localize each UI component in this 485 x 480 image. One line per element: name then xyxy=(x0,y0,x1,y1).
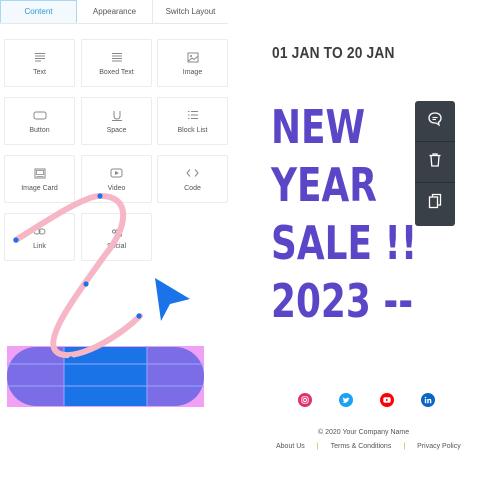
tile-label: Block List xyxy=(177,127,208,134)
tile-video[interactable]: Video xyxy=(81,155,152,203)
youtube-icon[interactable] xyxy=(380,393,394,407)
text-icon xyxy=(34,51,46,63)
code-icon xyxy=(186,167,199,179)
sale-headline[interactable]: NEW YEAR SALE !! 2023 -- xyxy=(271,98,427,330)
social-links xyxy=(298,393,440,409)
headline-line: NEW xyxy=(271,100,366,154)
dragged-row-block[interactable] xyxy=(7,346,204,407)
copyright-text: © 2020 Your Company Name xyxy=(318,429,410,436)
image-icon xyxy=(187,51,199,63)
tile-image-card[interactable]: Image Card xyxy=(4,155,75,203)
about-us-link[interactable]: About Us xyxy=(276,443,305,450)
tile-social[interactable]: Social xyxy=(81,213,152,261)
video-icon xyxy=(110,167,123,179)
duplicate-icon xyxy=(428,193,442,214)
tab-switch-layout[interactable]: Switch Layout xyxy=(153,0,228,23)
comment-icon xyxy=(427,111,443,132)
tile-code[interactable]: Code xyxy=(157,155,228,203)
tile-text[interactable]: Text xyxy=(4,39,75,87)
footer-separator: | xyxy=(316,443,319,450)
tile-label: Link xyxy=(33,243,46,250)
tile-button[interactable]: Button xyxy=(4,97,75,145)
tile-label: Text xyxy=(33,69,46,76)
panel-tabs: Content Appearance Switch Layout xyxy=(0,0,228,24)
headline-line: YEAR xyxy=(271,158,377,212)
block-list-icon xyxy=(187,109,199,121)
tile-label: Social xyxy=(106,243,127,250)
social-icon xyxy=(111,225,123,237)
boxed-text-icon xyxy=(111,51,123,63)
editor-panel: Content Appearance Switch Layout Text Bo… xyxy=(0,0,230,480)
button-icon xyxy=(33,109,47,121)
instagram-icon[interactable] xyxy=(298,393,312,407)
sale-date: 01 JAN TO 20 JAN xyxy=(272,45,395,62)
tile-label: Boxed Text xyxy=(99,69,134,76)
tile-space[interactable]: Space xyxy=(81,97,152,145)
terms-link[interactable]: Terms & Conditions xyxy=(331,443,392,450)
linkedin-icon[interactable] xyxy=(421,393,435,407)
link-icon xyxy=(33,225,46,237)
twitter-icon[interactable] xyxy=(339,393,353,407)
space-icon xyxy=(111,109,123,121)
privacy-policy-link[interactable]: Privacy Policy xyxy=(417,443,461,450)
footer-separator: | xyxy=(403,443,406,450)
headline-line: 2023 -- xyxy=(271,274,414,328)
tile-boxed-text[interactable]: Boxed Text xyxy=(81,39,152,87)
tile-label: Button xyxy=(29,127,50,134)
tile-image[interactable]: Image xyxy=(157,39,228,87)
image-card-icon xyxy=(34,167,46,179)
tab-appearance[interactable]: Appearance xyxy=(77,0,153,23)
tile-link[interactable]: Link xyxy=(4,213,75,261)
tile-block-list[interactable]: Block List xyxy=(157,97,228,145)
tile-label: Video xyxy=(107,185,126,192)
headline-line: SALE !! xyxy=(271,216,418,270)
block-toolbar xyxy=(415,101,455,226)
tile-label: Image xyxy=(182,69,203,76)
trash-icon xyxy=(428,152,442,173)
footer-links: About Us | Terms & Conditions | Privacy … xyxy=(276,443,461,450)
tab-content[interactable]: Content xyxy=(0,0,77,23)
comment-button[interactable] xyxy=(415,101,455,142)
delete-button[interactable] xyxy=(415,142,455,183)
tile-label: Image Card xyxy=(21,185,58,192)
duplicate-button[interactable] xyxy=(415,183,455,224)
tile-label: Code xyxy=(184,185,201,192)
tile-label: Space xyxy=(106,127,127,134)
